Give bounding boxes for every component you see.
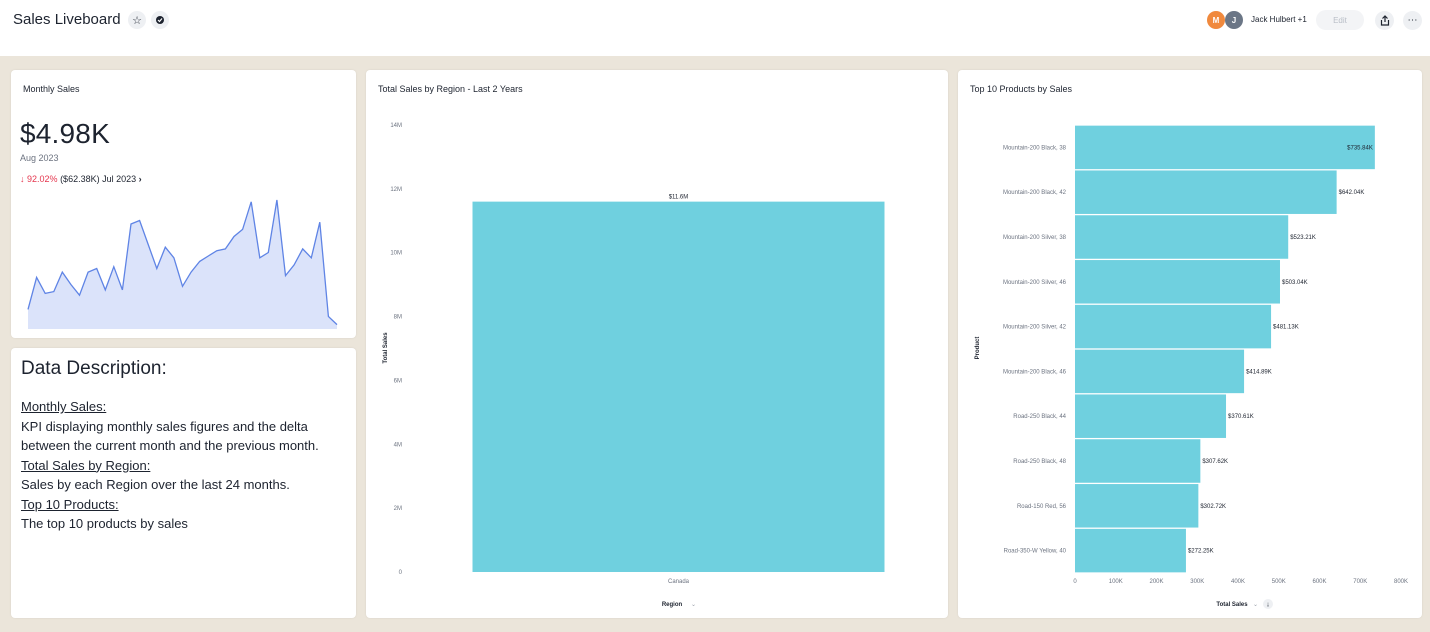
y-tick-label: 8M <box>394 315 402 321</box>
verified-icon[interactable] <box>151 11 169 29</box>
x-tick-label: 500K <box>1272 579 1286 585</box>
bar-data-label: $642.04K <box>1339 190 1365 196</box>
product-bar <box>1075 528 1186 573</box>
y-tick-label: 10M <box>390 251 402 257</box>
page-title: Sales Liveboard <box>13 11 121 28</box>
more-icon[interactable]: ⋯ <box>1403 11 1422 30</box>
region-chart: 0 2M 4M 6M 8M 10M 12M 14M $11.6M Canada Region ⌄ Tot… <box>383 123 885 608</box>
x-axis-chevron-icon: ⌄ <box>1253 602 1258 608</box>
top10-text: The top 10 products by sales <box>21 516 188 531</box>
x-tick-label: 300K <box>1190 579 1204 585</box>
region-heading: Total Sales by Region: <box>21 457 151 473</box>
product-bar <box>1075 170 1337 214</box>
region-bar <box>472 201 885 572</box>
x-tick-label: 200K <box>1149 579 1163 585</box>
kpi-card: Monthly Sales $4.98K Aug 2023 ↓ 92.02% (… <box>11 70 356 338</box>
x-tick-label: Canada <box>668 579 690 585</box>
bar-data-label: $481.13K <box>1273 325 1299 331</box>
product-label: Road-150 Red, 56 <box>1017 504 1067 510</box>
product-label: Road-250 Black, 48 <box>1013 459 1066 465</box>
share-icon[interactable] <box>1375 11 1394 30</box>
y-tick-label: 0 <box>399 570 403 576</box>
avatar-j[interactable]: J <box>1225 11 1243 29</box>
y-tick-label: 4M <box>394 442 402 448</box>
products-chart-card: Top 10 Products by Sales Mountain-200 Bl… <box>958 70 1422 618</box>
product-bar <box>1075 304 1272 349</box>
x-tick-label: 700K <box>1353 579 1367 585</box>
bar-data-label: $523.21K <box>1290 235 1316 241</box>
product-bar <box>1075 484 1199 528</box>
bar-data-label: $11.6M <box>669 195 689 201</box>
liveboard-header: Sales Liveboard ☆ M J Jack Hulbert +1 Ed… <box>0 0 1430 56</box>
product-label: Mountain-200 Black, 46 <box>1003 369 1067 375</box>
products-chart: Mountain-200 Black, 38 $735.84K Mountain-2… <box>975 125 1408 609</box>
x-tick-label: 100K <box>1109 579 1123 585</box>
product-label: Mountain-200 Silver, 38 <box>1003 235 1067 241</box>
product-bar <box>1075 394 1227 438</box>
product-label: Mountain-200 Black, 42 <box>1003 190 1067 196</box>
product-bar <box>1075 260 1280 304</box>
description-card: Data Description: Monthly Sales: KPI dis… <box>11 348 356 618</box>
monthly-sales-text: KPI displaying monthly sales figures and… <box>21 418 319 454</box>
y-tick-label: 6M <box>394 378 402 384</box>
star-icon[interactable]: ☆ <box>128 11 146 29</box>
bar-data-label: $370.61K <box>1228 414 1254 420</box>
region-chart-card: Total Sales by Region - Last 2 Years 0 2M… <box>366 70 948 618</box>
sort-descending-icon: ↓ <box>1266 602 1270 609</box>
edit-button[interactable]: Edit <box>1316 10 1364 30</box>
y-tick-label: 14M <box>390 123 402 129</box>
bar-data-label: $735.84K <box>1347 145 1373 151</box>
product-label: Mountain-200 Black, 38 <box>1003 145 1067 151</box>
avatar-initial: J <box>1231 15 1237 25</box>
x-tick-label: 600K <box>1312 579 1326 585</box>
top10-heading: Top 10 Products: <box>21 496 119 512</box>
product-label: Mountain-200 Silver, 46 <box>1003 280 1067 286</box>
x-tick-label: 0 <box>1073 579 1077 585</box>
y-axis-title: Product <box>975 337 981 360</box>
bar-data-label: $272.25K <box>1188 549 1214 555</box>
x-axis-title: Region <box>662 602 683 608</box>
avatar-m[interactable]: M <box>1207 11 1225 29</box>
bar-data-label: $503.04K <box>1282 280 1308 286</box>
region-text: Sales by each Region over the last 24 mo… <box>21 477 290 492</box>
x-axis-title: Total Sales <box>1216 602 1248 608</box>
y-tick-label: 2M <box>394 506 402 512</box>
y-tick-label: 12M <box>390 187 402 193</box>
y-axis-title: Total Sales <box>383 332 389 364</box>
sparkline-area <box>28 200 337 329</box>
product-label: Road-250 Black, 44 <box>1013 414 1066 420</box>
x-tick-label: 800K <box>1394 579 1408 585</box>
product-label: Road-350-W Yellow, 40 <box>1004 549 1067 555</box>
bar-data-label: $302.72K <box>1200 504 1226 510</box>
description-text: Data Description: Monthly Sales: KPI dis… <box>21 358 341 534</box>
product-bar <box>1075 349 1245 394</box>
bar-data-label: $414.89K <box>1246 369 1272 375</box>
monthly-sales-heading: Monthly Sales: <box>21 399 107 414</box>
product-bar <box>1075 439 1201 483</box>
x-axis-chevron-icon: ⌄ <box>691 602 696 608</box>
product-bar <box>1075 125 1375 170</box>
editors-label[interactable]: Jack Hulbert +1 <box>1251 15 1307 24</box>
product-bar <box>1075 215 1289 259</box>
kpi-sparkline <box>27 199 338 329</box>
bar-data-label: $307.62K <box>1202 459 1228 465</box>
x-tick-label: 400K <box>1231 579 1245 585</box>
description-heading: Data Description: <box>21 358 167 379</box>
product-label: Mountain-200 Silver, 42 <box>1003 325 1067 331</box>
avatar-initial: M <box>1212 15 1220 25</box>
